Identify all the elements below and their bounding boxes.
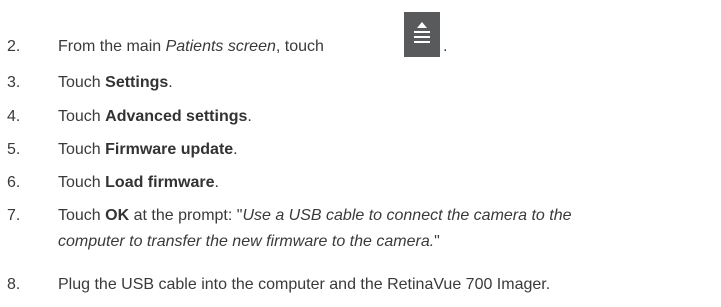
prompt-text-line2: computer to transfer the new firmware to…	[58, 233, 435, 250]
step-text: .	[247, 108, 252, 125]
step-number: 7.	[7, 207, 21, 224]
step-number: 5.	[7, 141, 21, 158]
step-text: , touch	[275, 38, 324, 55]
step-number: 3.	[7, 74, 21, 91]
step-text: Touch	[58, 141, 106, 158]
advanced-settings-label: Advanced settings	[105, 108, 248, 125]
prompt-text-line1: Use a USB cable to connect the camera to…	[242, 207, 572, 224]
step-text: Touch	[58, 108, 106, 125]
load-firmware-label: Load firmware	[105, 174, 215, 191]
step-text: .	[168, 74, 173, 91]
step-number: 2.	[7, 38, 21, 55]
step-3: 3. Touch Settings.	[7, 73, 173, 93]
step-text: Touch	[58, 74, 106, 91]
step-text: From the main	[58, 38, 166, 55]
step-text: .	[214, 174, 219, 191]
step-4: 4. Touch Advanced settings.	[7, 107, 252, 127]
patients-screen-label: Patients screen	[165, 38, 276, 55]
settings-label: Settings	[105, 74, 169, 91]
step-number: 8.	[7, 276, 21, 293]
instruction-steps: 2. From the main Patients screen, touch .…	[0, 0, 721, 307]
step-text: .	[233, 141, 238, 158]
step-text: Touch	[58, 174, 106, 191]
step-8: 8. Plug the USB cable into the computer a…	[7, 275, 550, 295]
step-text: at the prompt: "	[129, 207, 243, 224]
step-text: Touch	[58, 207, 106, 224]
step-number: 4.	[7, 108, 21, 125]
menu-button-icon	[404, 12, 440, 57]
step-5: 5. Touch Firmware update.	[7, 140, 238, 160]
eject-menu-icon	[414, 22, 430, 43]
step-end-period: .	[443, 38, 448, 55]
step-2: 2. From the main Patients screen, touch	[7, 37, 324, 57]
step-7-continuation: computer to transfer the new firmware to…	[58, 232, 440, 252]
step-text: "	[434, 233, 440, 250]
firmware-update-label: Firmware update	[105, 141, 234, 158]
ok-label: OK	[105, 207, 130, 224]
step-6: 6. Touch Load firmware.	[7, 173, 219, 193]
step-text: Plug the USB cable into the computer and…	[58, 276, 551, 293]
step-number: 6.	[7, 174, 21, 191]
step-7: 7. Touch OK at the prompt: "Use a USB cab…	[7, 206, 572, 226]
